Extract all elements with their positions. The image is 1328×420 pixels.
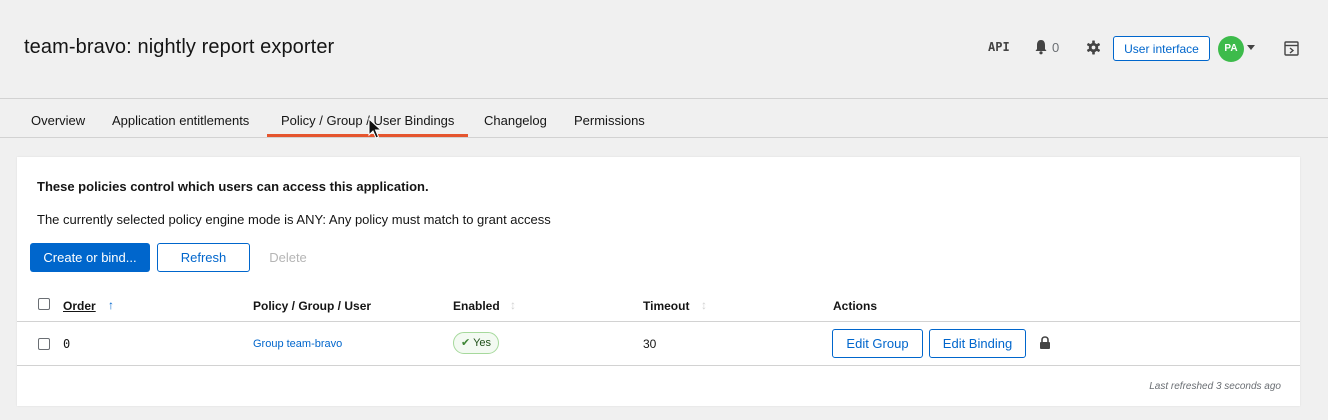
delete-button: Delete bbox=[269, 250, 307, 265]
column-header-timeout[interactable]: Timeout bbox=[643, 299, 689, 313]
notification-count: 0 bbox=[1052, 40, 1060, 55]
tab-application-entitlements[interactable]: Application entitlements bbox=[98, 99, 263, 137]
column-header-actions: Actions bbox=[833, 299, 878, 313]
status-badge: ✔ Yes bbox=[453, 332, 499, 354]
bindings-card: These policies control which users can a… bbox=[17, 157, 1300, 406]
tab-overview[interactable]: Overview bbox=[17, 99, 99, 137]
description-heading: These policies control which users can a… bbox=[37, 179, 429, 194]
check-icon: ✔ bbox=[460, 337, 471, 349]
sort-icon[interactable]: ↕ bbox=[701, 298, 707, 312]
drawer-icon[interactable] bbox=[1284, 41, 1299, 56]
refresh-button[interactable]: Refresh bbox=[157, 243, 250, 272]
lock-icon[interactable] bbox=[1039, 336, 1051, 350]
bell-icon[interactable] bbox=[1034, 39, 1048, 55]
divider bbox=[17, 365, 1300, 366]
column-header-order[interactable]: Order bbox=[63, 299, 96, 313]
select-all-checkbox[interactable] bbox=[38, 298, 50, 310]
page-title: team-bravo: nightly report exporter bbox=[24, 36, 335, 58]
enabled-label: Yes bbox=[473, 337, 492, 349]
last-refreshed-text: Last refreshed 3 seconds ago bbox=[1149, 381, 1281, 392]
avatar[interactable]: PA bbox=[1218, 36, 1244, 62]
user-interface-button[interactable]: User interface bbox=[1113, 36, 1210, 61]
divider bbox=[17, 321, 1300, 322]
sort-up-icon[interactable]: ↑ bbox=[108, 298, 114, 312]
create-or-bind-button[interactable]: Create or bind... bbox=[30, 243, 150, 272]
chevron-down-icon[interactable] bbox=[1247, 45, 1255, 50]
column-header-policy: Policy / Group / User bbox=[253, 299, 372, 313]
column-header-enabled[interactable]: Enabled bbox=[453, 299, 500, 313]
row-policy-link[interactable]: Group team-bravo bbox=[253, 338, 342, 350]
gear-icon[interactable] bbox=[1086, 40, 1101, 55]
edit-binding-button[interactable]: Edit Binding bbox=[929, 329, 1026, 358]
api-link[interactable]: API bbox=[988, 40, 1010, 54]
mouse-cursor-icon bbox=[368, 118, 382, 139]
row-checkbox[interactable] bbox=[38, 338, 50, 350]
edit-group-button[interactable]: Edit Group bbox=[832, 329, 923, 358]
policy-engine-mode-text: The currently selected policy engine mod… bbox=[37, 212, 551, 227]
sort-icon[interactable]: ↕ bbox=[510, 298, 516, 312]
tab-bar: Overview Application entitlements Policy… bbox=[0, 99, 1328, 138]
tab-permissions[interactable]: Permissions bbox=[560, 99, 659, 137]
row-timeout: 30 bbox=[643, 337, 657, 351]
tab-changelog[interactable]: Changelog bbox=[470, 99, 561, 137]
row-order: 0 bbox=[63, 337, 71, 351]
